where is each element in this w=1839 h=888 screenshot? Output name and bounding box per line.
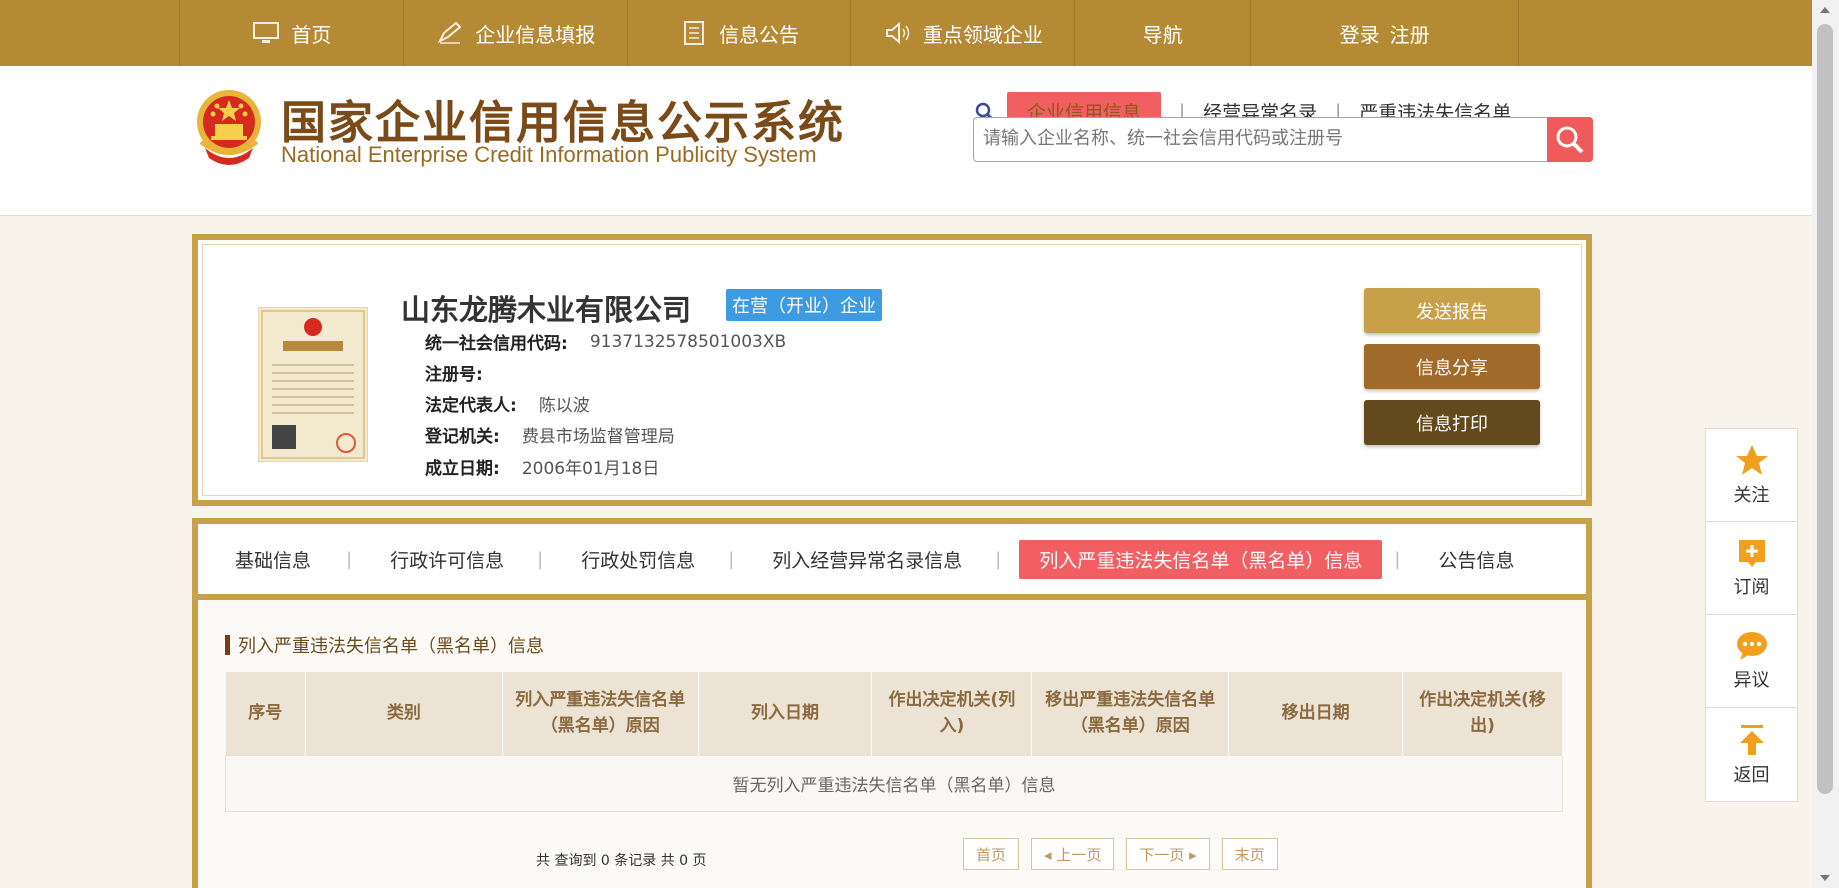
follow-button[interactable]: 关注	[1706, 429, 1797, 522]
nav-guide[interactable]: 导航	[1075, 0, 1252, 66]
nav-announcement[interactable]: 信息公告	[628, 0, 852, 66]
column-header: 作出决定机关(移出)	[1402, 672, 1563, 755]
pager-info: 共 查询到 0 条记录 共 0 页	[536, 853, 707, 869]
divider: |	[537, 548, 544, 570]
tab-admin-license[interactable]: 行政许可信息	[390, 546, 504, 573]
search-box	[973, 117, 1593, 162]
next-page-button[interactable]: 下一页 ▸	[1126, 838, 1210, 870]
back-label: 返回	[1733, 764, 1770, 786]
scroll-down-icon[interactable]	[1820, 875, 1830, 881]
info-label: 统一社会信用代码:	[425, 334, 568, 354]
objection-label: 异议	[1733, 670, 1770, 691]
panel-body: 列入严重违法失信名单（黑名单）信息 序号 类别 列入严重违法失信名单（黑名单）原…	[198, 600, 1586, 888]
blacklist-table: 序号 类别 列入严重违法失信名单（黑名单）原因 列入日期 作出决定机关(列入) …	[225, 672, 1563, 812]
top-navigation: 首页 企业信息填报 信息公告 重点领域企业 导航 登录 注册	[0, 0, 1812, 66]
info-label: 登记机关:	[425, 427, 500, 447]
divider: |	[1394, 548, 1401, 570]
send-report-button[interactable]: 发送报告	[1364, 288, 1540, 333]
status-badge: 在营（开业）企业	[726, 289, 882, 321]
site-header: 国家企业信用信息公示系统 National Enterprise Credit …	[0, 66, 1812, 216]
info-value: 费县市场监督管理局	[521, 427, 675, 447]
share-info-button[interactable]: 信息分享	[1364, 344, 1540, 389]
tab-basic-info[interactable]: 基础信息	[235, 546, 311, 573]
column-header: 列入日期	[698, 672, 873, 755]
nav-key-enterprise[interactable]: 重点领域企业	[851, 0, 1076, 66]
column-header: 列入严重违法失信名单（黑名单）原因	[502, 672, 699, 755]
page-scrollbar[interactable]	[1812, 0, 1839, 888]
nav-home-label: 首页	[291, 22, 332, 47]
back-to-top-button[interactable]: 返回	[1706, 708, 1797, 801]
print-info-button[interactable]: 信息打印	[1364, 400, 1540, 445]
first-page-button[interactable]: 首页	[963, 838, 1020, 870]
info-tabs: 基础信息 | 行政许可信息 | 行政处罚信息 | 列入经营异常名录信息 | 列入…	[198, 524, 1586, 600]
national-emblem-icon	[197, 90, 261, 165]
subscribe-button[interactable]: 订阅	[1706, 522, 1797, 615]
prev-page-button[interactable]: ◂ 上一页	[1031, 838, 1115, 870]
nav-key-enterprise-label: 重点领域企业	[922, 22, 1043, 47]
divider: |	[346, 548, 353, 570]
site-title-en: National Enterprise Credit Information P…	[281, 142, 817, 167]
last-page-button[interactable]: 末页	[1221, 838, 1278, 870]
subscribe-label: 订阅	[1733, 577, 1770, 598]
info-legal-rep: 法定代表人: 陈以波	[425, 391, 590, 416]
action-buttons: 发送报告 信息分享 信息打印	[1364, 288, 1540, 456]
tab-announcement[interactable]: 公告信息	[1438, 546, 1514, 573]
pen-icon	[435, 20, 465, 46]
section-title-text: 列入严重违法失信名单（黑名单）信息	[238, 636, 544, 657]
info-value: 9137132578501003XB	[589, 331, 787, 352]
nav-auth: 登录 注册	[1251, 0, 1519, 66]
arrow-up-icon	[1739, 724, 1764, 755]
column-header: 序号	[225, 672, 306, 755]
follow-label: 关注	[1733, 485, 1770, 506]
search-icon	[1556, 126, 1584, 153]
column-header: 作出决定机关(列入)	[871, 672, 1033, 755]
column-header: 类别	[305, 672, 503, 755]
star-icon	[1735, 445, 1768, 475]
info-label: 注册号:	[425, 365, 483, 385]
info-founded-date: 成立日期: 2006年01月18日	[425, 454, 659, 479]
business-license-icon	[258, 307, 368, 462]
login-link[interactable]: 登录	[1340, 19, 1380, 48]
objection-button[interactable]: 异议	[1706, 615, 1797, 708]
tab-blacklist[interactable]: 列入严重违法失信名单（黑名单）信息	[1019, 539, 1383, 579]
nav-enterprise-report-label: 企业信息填报	[475, 22, 596, 47]
empty-message: 暂无列入严重违法失信名单（黑名单）信息	[225, 754, 1563, 812]
section-title: 列入严重违法失信名单（黑名单）信息	[225, 632, 544, 658]
table-row: 暂无列入严重违法失信名单（黑名单）信息	[225, 754, 1563, 812]
speaker-icon	[883, 20, 913, 46]
info-reg-number: 注册号:	[425, 360, 505, 385]
scroll-up-icon[interactable]	[1820, 7, 1830, 13]
info-value: 陈以波	[538, 396, 590, 416]
column-header: 移出日期	[1228, 672, 1404, 755]
scrollbar-thumb[interactable]	[1817, 24, 1833, 794]
info-label: 法定代表人:	[425, 396, 517, 416]
add-subscribe-icon	[1738, 540, 1765, 567]
document-icon	[679, 20, 709, 46]
search-input[interactable]	[974, 118, 1534, 159]
info-credit-code: 统一社会信用代码: 9137132578501003XB	[425, 329, 787, 355]
info-value: 2006年01月18日	[521, 459, 660, 479]
divider: |	[728, 548, 735, 570]
info-label: 成立日期:	[425, 459, 500, 479]
nav-enterprise-report[interactable]: 企业信息填报	[404, 0, 628, 66]
search-button[interactable]	[1547, 117, 1593, 162]
nav-announcement-label: 信息公告	[719, 22, 800, 47]
tab-abnormal-list[interactable]: 列入经营异常名录信息	[772, 546, 962, 573]
pagination: 首页 ◂ 上一页 下一页 ▸ 末页	[963, 838, 1290, 870]
info-authority: 登记机关: 费县市场监督管理局	[425, 422, 675, 447]
floating-side-menu: 关注 订阅 异议 返回	[1705, 428, 1798, 802]
title-bar	[225, 635, 230, 655]
company-name: 山东龙腾木业有限公司	[401, 293, 692, 327]
chat-bubble-icon	[1736, 632, 1767, 660]
monitor-icon	[251, 20, 281, 46]
divider: |	[995, 548, 1002, 570]
tab-admin-penalty[interactable]: 行政处罚信息	[581, 546, 695, 573]
nav-home[interactable]: 首页	[180, 0, 404, 66]
company-card: 山东龙腾木业有限公司 在营（开业）企业 统一社会信用代码: 9137132578…	[192, 234, 1592, 506]
nav-guide-label: 导航	[1142, 22, 1183, 47]
column-header: 移出严重违法失信名单（黑名单）原因	[1031, 672, 1230, 755]
register-link[interactable]: 注册	[1390, 19, 1430, 48]
info-panel: 基础信息 | 行政许可信息 | 行政处罚信息 | 列入经营异常名录信息 | 列入…	[192, 518, 1592, 888]
table-header-row: 序号 类别 列入严重违法失信名单（黑名单）原因 列入日期 作出决定机关(列入) …	[225, 672, 1563, 755]
